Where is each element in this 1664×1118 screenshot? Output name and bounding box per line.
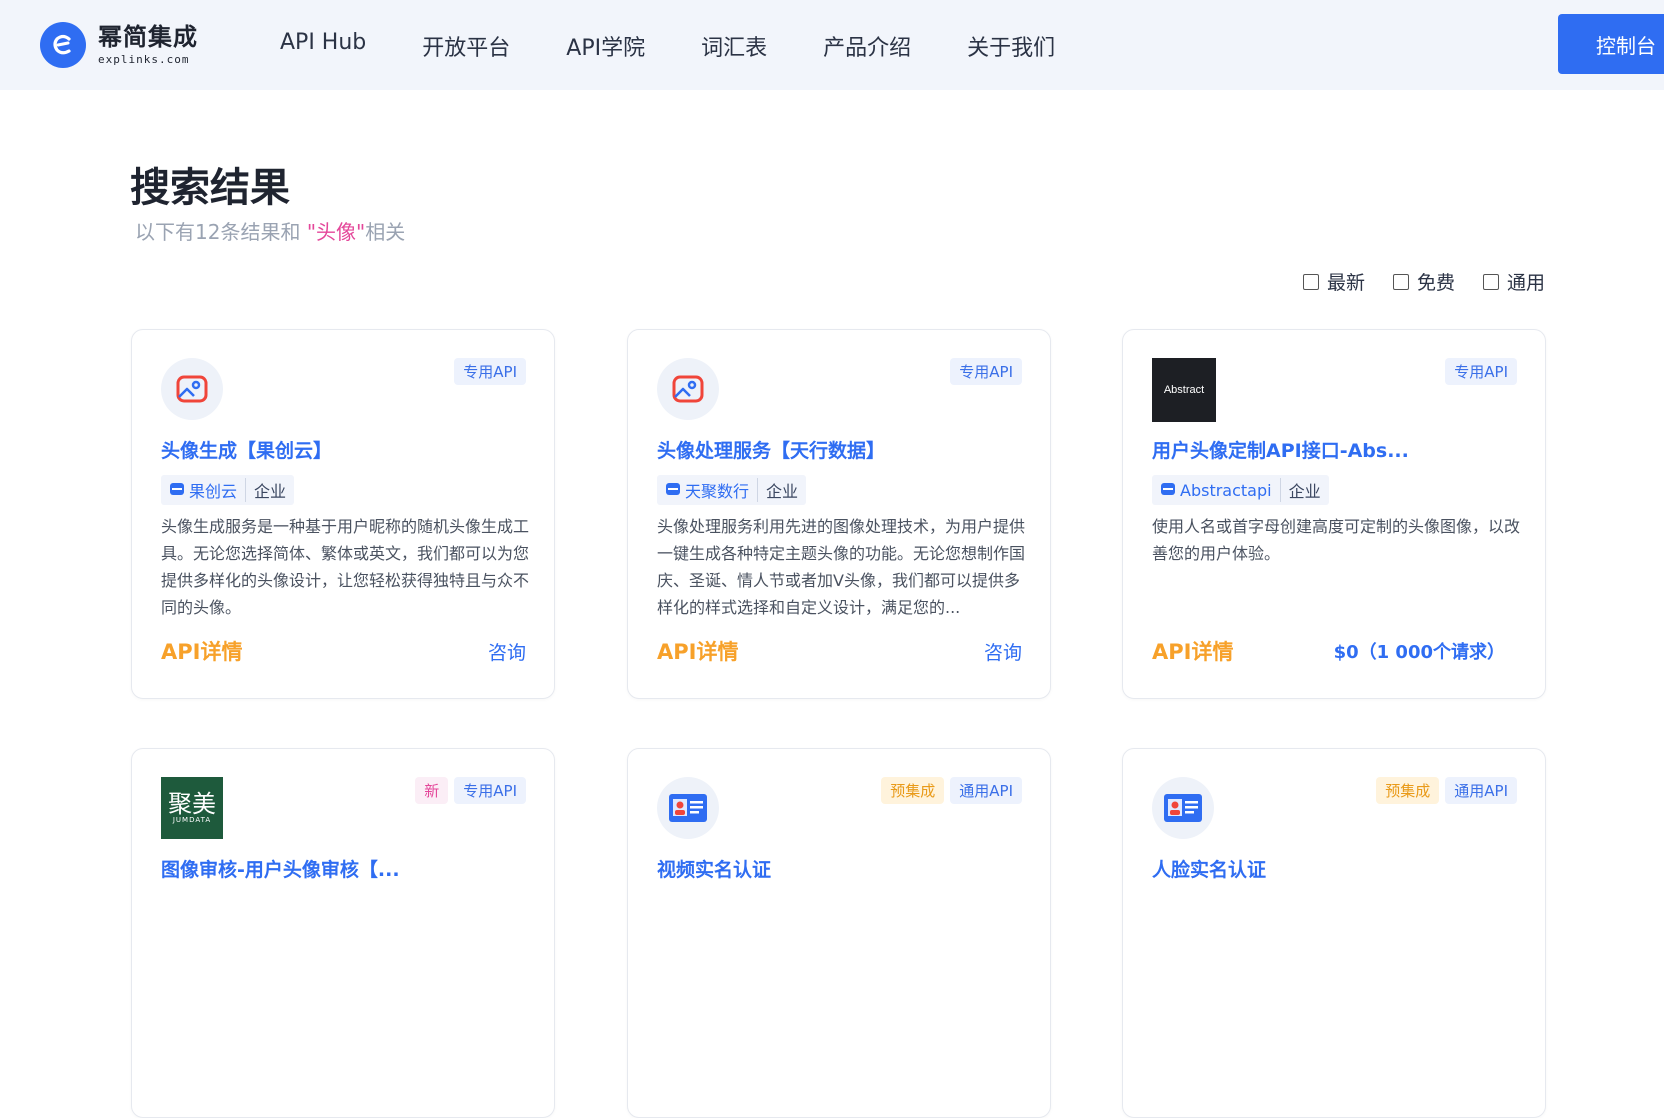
id-card-icon — [1152, 777, 1214, 839]
api-detail-link[interactable]: API详情 — [1152, 636, 1233, 666]
api-card[interactable]: Abstract 专用API 用户头像定制API接口-Abs... Abstra… — [1122, 329, 1546, 699]
api-detail-link[interactable]: API详情 — [161, 636, 242, 666]
card-description: 头像处理服务利用先进的图像处理技术，为用户提供一键生成各种特定主题头像的功能。无… — [657, 517, 1026, 617]
checkbox[interactable] — [1483, 273, 1500, 290]
api-card[interactable]: 预集成 通用API 人脸实名认证 — [1122, 748, 1546, 1118]
image-avatar-icon — [657, 358, 719, 420]
api-card[interactable]: 专用API 头像生成【果创云】 果创云 企业 头像生成服务是一种基于用户昵称的随… — [131, 329, 555, 699]
card-title[interactable]: 视频实名认证 — [657, 855, 771, 882]
badge-general-api: 通用API — [950, 777, 1022, 804]
badge-group: 预集成 通用API — [1370, 777, 1517, 804]
nav-api-hub[interactable]: API Hub — [280, 30, 366, 62]
provider-tag: 果创云 企业 — [161, 475, 295, 505]
checkbox[interactable] — [1393, 273, 1410, 290]
api-card[interactable]: 专用API 头像处理服务【天行数据】 天聚数行 企业 头像处理服务利用先进的图像… — [627, 329, 1051, 699]
badge-dedicated-api: 专用API — [454, 777, 526, 804]
filter-bar: 最新 免费 通用 — [1303, 268, 1545, 295]
badge-group: 专用API — [448, 358, 526, 385]
filter-label: 最新 — [1327, 272, 1366, 294]
card-title[interactable]: 头像处理服务【天行数据】 — [657, 436, 885, 463]
logo-cn-text: 幂简集成 — [98, 23, 198, 51]
badge-dedicated-api: 专用API — [1445, 358, 1517, 385]
api-card[interactable]: 聚美 JUMDATA 新 专用API 图像审核-用户头像审核【... — [131, 748, 555, 1118]
badge-dedicated-api: 专用API — [454, 358, 526, 385]
summary-prefix: 以下有12条结果和 — [135, 220, 307, 244]
site-logo[interactable]: 幂简集成 explinks.com — [40, 22, 198, 68]
abstract-logo-text: Abstract — [1163, 384, 1205, 396]
results-summary: 以下有12条结果和 "头像"相关 — [135, 216, 405, 245]
provider-name: 果创云 — [189, 482, 238, 501]
badge-dedicated-api: 专用API — [950, 358, 1022, 385]
provider-org[interactable]: 天聚数行 — [657, 478, 757, 502]
badge-general-api: 通用API — [1445, 777, 1517, 804]
console-button[interactable]: 控制台 — [1558, 14, 1664, 74]
price-label: $0（1 000个请求） — [1333, 642, 1505, 663]
store-icon — [1160, 481, 1176, 500]
provider-name: Abstractapi — [1180, 480, 1272, 500]
summary-suffix: 相关 — [365, 220, 406, 244]
api-detail-link[interactable]: API详情 — [657, 636, 738, 666]
filter-general[interactable]: 通用 — [1483, 268, 1545, 295]
main-nav: API Hub 开放平台 API学院 词汇表 产品介绍 关于我们 — [280, 30, 1111, 62]
jumei-logo-text: 聚美 — [168, 790, 216, 818]
provider-tag: Abstractapi 企业 — [1152, 475, 1329, 505]
logo-e-icon — [40, 22, 86, 68]
logo-en-text: explinks.com — [98, 53, 190, 66]
search-keyword: "头像" — [306, 220, 366, 244]
consult-link[interactable]: 咨询 — [984, 638, 1022, 665]
badge-pre-integrated: 预集成 — [1376, 777, 1440, 804]
provider-name: 天聚数行 — [685, 482, 750, 501]
provider-org[interactable]: Abstractapi — [1152, 481, 1280, 500]
store-icon — [169, 481, 185, 500]
store-icon — [665, 481, 681, 500]
nav-product-intro[interactable]: 产品介绍 — [823, 30, 911, 62]
badge-group: 专用API — [944, 358, 1022, 385]
jumei-logo: 聚美 JUMDATA — [161, 777, 223, 839]
page-title: 搜索结果 — [130, 165, 290, 211]
jumei-logo-sub: JUMDATA — [172, 816, 212, 824]
badge-group: 新 专用API — [409, 777, 526, 804]
nav-about-us[interactable]: 关于我们 — [967, 30, 1055, 62]
nav-api-academy[interactable]: API学院 — [566, 30, 645, 62]
badge-group: 预集成 通用API — [875, 777, 1022, 804]
abstract-logo: Abstract — [1152, 358, 1216, 422]
card-title[interactable]: 图像审核-用户头像审核【... — [161, 855, 400, 882]
top-header: 幂简集成 explinks.com API Hub 开放平台 API学院 词汇表… — [0, 0, 1664, 90]
badge-pre-integrated: 预集成 — [881, 777, 945, 804]
card-description: 头像生成服务是一种基于用户昵称的随机头像生成工具。无论您选择简体、繁体或英文，我… — [161, 517, 530, 617]
filter-label: 通用 — [1507, 272, 1546, 294]
filter-label: 免费 — [1417, 272, 1456, 294]
badge-group: 专用API — [1439, 358, 1517, 385]
nav-open-platform[interactable]: 开放平台 — [422, 30, 510, 62]
card-title[interactable]: 头像生成【果创云】 — [161, 436, 332, 463]
consult-link[interactable]: 咨询 — [488, 638, 526, 665]
provider-type: 企业 — [757, 478, 806, 502]
badge-new: 新 — [415, 777, 449, 804]
card-description: 使用人名或首字母创建高度可定制的头像图像，以改善您的用户体验。 — [1152, 517, 1521, 563]
checkbox[interactable] — [1303, 273, 1319, 290]
card-title[interactable]: 人脸实名认证 — [1152, 855, 1266, 882]
id-card-icon — [657, 777, 719, 839]
filter-free[interactable]: 免费 — [1393, 268, 1455, 295]
provider-type: 企业 — [245, 478, 294, 502]
api-card[interactable]: 预集成 通用API 视频实名认证 — [627, 748, 1051, 1118]
image-avatar-icon — [161, 358, 223, 420]
provider-org[interactable]: 果创云 — [161, 478, 245, 502]
provider-tag: 天聚数行 企业 — [657, 475, 807, 505]
nav-glossary[interactable]: 词汇表 — [701, 30, 767, 62]
card-title[interactable]: 用户头像定制API接口-Abs... — [1152, 436, 1409, 463]
filter-latest[interactable]: 最新 — [1303, 268, 1365, 295]
provider-type: 企业 — [1279, 478, 1329, 502]
